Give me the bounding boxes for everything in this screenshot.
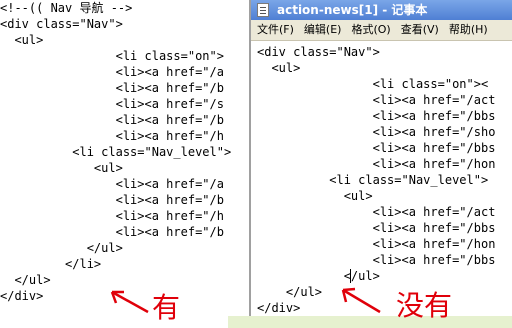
menu-edit[interactable]: 编辑(E) (298, 21, 346, 39)
code-line: <li><a href="/a (0, 65, 224, 79)
left-note: 有 (152, 291, 181, 324)
code-line: <li><a href="/b (0, 225, 224, 239)
code-line: <li><a href="/a (0, 177, 224, 191)
code-line: <li><a href="/s (0, 97, 224, 111)
code-line: <ul> (257, 189, 373, 203)
code-line: <li><a href="/bbs (257, 109, 496, 123)
code-line: </ul> (0, 241, 123, 255)
code-line: <li><a href="/b (0, 81, 224, 95)
code-line: <li class="on"> (0, 49, 224, 63)
menu-file[interactable]: 文件(F) (251, 21, 298, 39)
right-arrow-annotation (341, 287, 381, 314)
code-line: <li><a href="/b (0, 193, 224, 207)
notepad-text-area[interactable]: <div class="Nav"> <ul> <li class="on">< … (257, 44, 512, 322)
background-code-view: <!--(( Nav 导航 --> <div class="Nav"> <ul> … (0, 0, 250, 328)
menu-help[interactable]: 帮助(H) (443, 21, 492, 39)
notepad-window[interactable]: action-news[1] - 记事本 文件(F) 编辑(E) 格式(O) 查… (249, 0, 512, 322)
code-line: </ul> (257, 285, 323, 299)
code-line: <ul> (257, 61, 301, 75)
code-line: <div class="Nav"> (0, 17, 123, 31)
code-line: </div> (257, 301, 301, 315)
code-line: <li><a href="/act (257, 205, 496, 219)
code-line: <li class="Nav_level"> (0, 145, 232, 159)
code-line: <li><a href="/act (257, 93, 496, 107)
menu-view[interactable]: 查看(V) (395, 21, 443, 39)
code-line: <li><a href="/hon (257, 157, 496, 171)
menu-bar: 文件(F) 编辑(E) 格式(O) 查看(V) 帮助(H) (251, 20, 512, 41)
code-line: <li><a href="/bbs (257, 221, 496, 235)
code-line: </li> (0, 257, 102, 271)
text-caret (350, 269, 351, 283)
left-arrow-annotation (110, 290, 149, 314)
menu-format[interactable]: 格式(O) (345, 21, 394, 39)
window-titlebar[interactable]: action-news[1] - 记事本 (251, 0, 512, 20)
code-line: <div class="Nav"> (257, 45, 380, 59)
code-line: <li><a href="/bbs (257, 253, 496, 267)
code-line: <ul> (0, 33, 44, 47)
taskbar-strip (228, 316, 512, 328)
code-line: <li class="Nav_level"> (257, 173, 489, 187)
code-line: <li><a href="/hon (257, 237, 496, 251)
code-line: <li><a href="/b (0, 113, 224, 127)
code-line: <li><a href="/sho (257, 125, 496, 139)
code-line: <!--(( Nav 导航 --> (0, 1, 133, 15)
right-note: 没有 (396, 289, 453, 322)
window-title: action-news[1] - 记事本 (277, 3, 428, 17)
code-line: </ul> (257, 269, 380, 283)
code-line: <li><a href="/h (0, 209, 224, 223)
code-line: <ul> (0, 161, 123, 175)
notepad-icon (257, 3, 269, 17)
code-line: <li><a href="/bbs (257, 141, 496, 155)
code-line: <li class="on">< (257, 77, 489, 91)
code-line: <li><a href="/h (0, 129, 224, 143)
